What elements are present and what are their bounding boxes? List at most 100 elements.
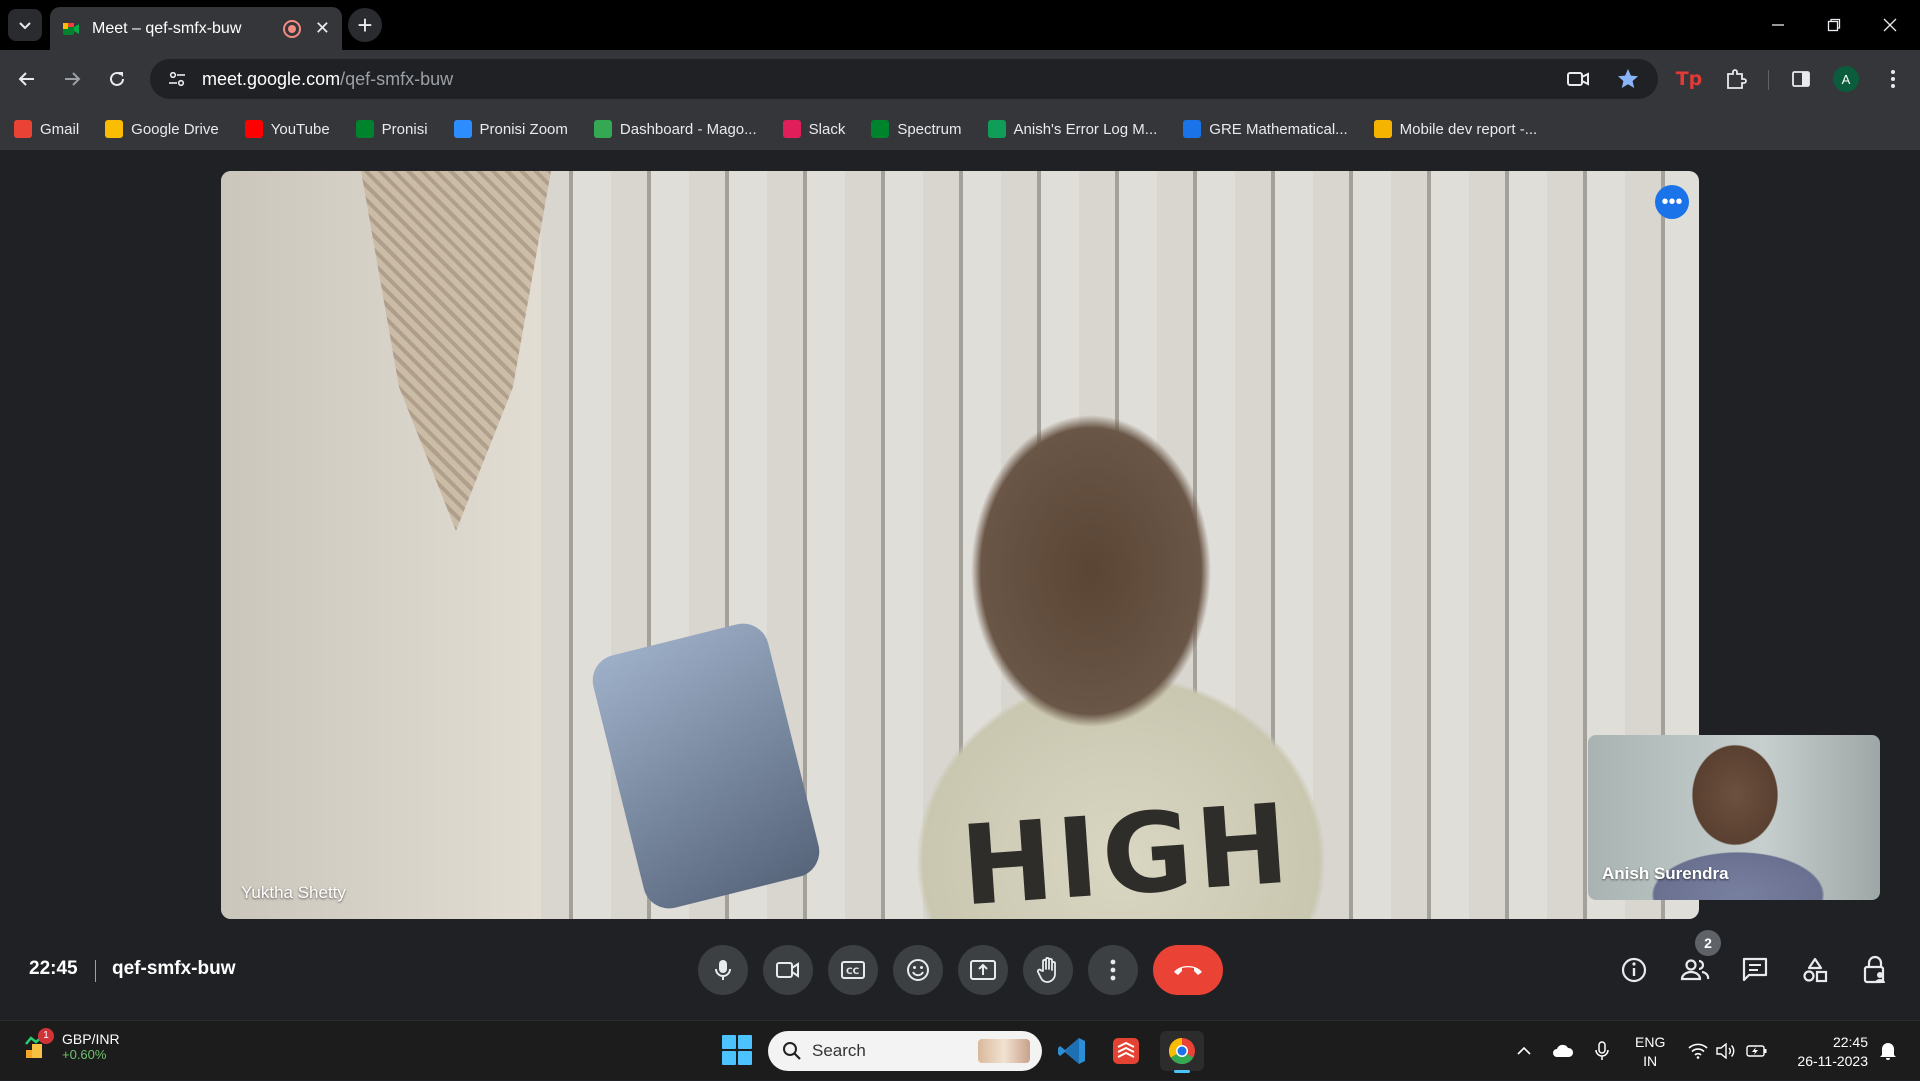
- tab-title: Meet – qef-smfx-buw: [92, 19, 242, 37]
- tab-search-button[interactable]: [8, 9, 42, 41]
- taskbar-vscode[interactable]: [1050, 1031, 1094, 1071]
- arrow-left-icon: [18, 72, 34, 86]
- bookmark-item[interactable]: Mobile dev report -...: [1373, 120, 1538, 138]
- show-hidden-icons-button[interactable]: [1510, 1021, 1538, 1081]
- onedrive-tray[interactable]: [1548, 1021, 1578, 1081]
- captions-icon: CC: [841, 961, 865, 979]
- taskbar-chrome[interactable]: [1160, 1031, 1204, 1073]
- controls-divider: [95, 960, 96, 982]
- minimize-button[interactable]: [1750, 0, 1806, 50]
- new-tab-button[interactable]: +: [348, 8, 382, 42]
- battery-charging-icon: [1746, 1045, 1767, 1057]
- language-code: ENG: [1635, 1034, 1666, 1050]
- notification-center-button[interactable]: [1874, 1021, 1902, 1081]
- bookmark-item[interactable]: Pronisi: [355, 120, 428, 138]
- volume-tray[interactable]: [1712, 1021, 1740, 1081]
- bookmark-label: Mobile dev report -...: [1399, 120, 1538, 138]
- microphone-tray[interactable]: [1588, 1021, 1616, 1081]
- captions-button[interactable]: CC: [828, 945, 878, 995]
- bookmark-item[interactable]: Pronisi Zoom: [453, 120, 568, 138]
- bookmark-item[interactable]: Slack: [782, 120, 845, 138]
- volume-icon: [1716, 1043, 1735, 1059]
- emoji-smile-icon: [907, 959, 929, 981]
- hand-icon: [1036, 957, 1056, 983]
- activities-icon: [1803, 957, 1828, 983]
- wifi-tray[interactable]: [1684, 1021, 1712, 1081]
- taskbar-search-box[interactable]: Search: [768, 1031, 1042, 1071]
- zoom-icon: [453, 120, 472, 138]
- input-language[interactable]: ENG IN: [1635, 1033, 1665, 1071]
- more-vert-icon: [1110, 959, 1116, 981]
- reactions-button[interactable]: [893, 945, 943, 995]
- bookmark-label: Google Drive: [131, 120, 219, 138]
- search-icon: [783, 1042, 801, 1060]
- activities-button[interactable]: [1793, 948, 1837, 992]
- bookmark-item[interactable]: Spectrum: [871, 120, 962, 138]
- profile-avatar[interactable]: A: [1833, 66, 1859, 92]
- bookmark-item[interactable]: Gmail: [14, 120, 79, 138]
- present-screen-button[interactable]: [958, 945, 1008, 995]
- bookmark-label: Spectrum: [897, 120, 962, 138]
- bookmark-star-icon[interactable]: [1616, 67, 1640, 91]
- url-path: /qef-smfx-buw: [340, 68, 454, 89]
- back-button[interactable]: [10, 62, 44, 96]
- leave-call-button[interactable]: [1153, 945, 1223, 995]
- reload-button[interactable]: [100, 62, 134, 96]
- battery-tray[interactable]: [1742, 1021, 1772, 1081]
- lock-person-icon: [1863, 955, 1885, 984]
- windows-start-button[interactable]: [722, 1035, 752, 1065]
- self-participant-name: Anish Surendra: [1602, 864, 1729, 883]
- main-participant-name: Yuktha Shetty: [241, 883, 346, 902]
- end-call-icon: [1174, 966, 1202, 975]
- tab-close-icon[interactable]: ✕: [315, 18, 330, 39]
- url-host: meet.google.com: [202, 68, 341, 89]
- bookmark-item[interactable]: Dashboard - Mago...: [593, 120, 757, 138]
- browser-menu-icon[interactable]: [1876, 62, 1910, 96]
- region-code: IN: [1643, 1053, 1658, 1069]
- extensions-puzzle-icon[interactable]: [1719, 62, 1753, 96]
- meeting-code: qef-smfx-buw: [112, 958, 236, 979]
- chevron-up-icon: [1517, 1046, 1531, 1055]
- bookmark-item[interactable]: YouTube: [244, 120, 330, 138]
- side-panel-icon[interactable]: [1784, 62, 1818, 96]
- loading-icon: [1183, 120, 1202, 138]
- raise-hand-button[interactable]: [1023, 945, 1073, 995]
- restore-button[interactable]: [1806, 0, 1862, 50]
- microphone-button[interactable]: [698, 945, 748, 995]
- video-camera-icon: [776, 962, 799, 978]
- wifi-icon: [1688, 1043, 1708, 1059]
- bookmark-item[interactable]: GRE Mathematical...: [1183, 120, 1348, 138]
- meeting-time: 22:45: [29, 958, 78, 979]
- forward-button[interactable]: [55, 62, 89, 96]
- camera-button[interactable]: [763, 945, 813, 995]
- bookmark-item[interactable]: Anish's Error Log M...: [987, 120, 1157, 138]
- bell-icon: [1880, 1043, 1896, 1060]
- meeting-details-button[interactable]: [1612, 948, 1656, 992]
- main-video-tile[interactable]: HIGH ••• Yuktha Shetty: [221, 171, 1699, 919]
- slides-icon: [1373, 120, 1392, 138]
- market-widget-icon: 1: [22, 1027, 54, 1062]
- address-bar[interactable]: meet.google.com/qef-smfx-buw: [150, 59, 1658, 99]
- taskbar-clock[interactable]: 22:45 26-11-2023: [1788, 1033, 1868, 1071]
- chat-button[interactable]: [1733, 948, 1777, 992]
- present-screen-icon: [970, 960, 996, 980]
- meet-controls-bar: 22:45 qef-smfx-buw CC 2: [0, 920, 1920, 1020]
- close-window-button[interactable]: [1862, 0, 1918, 50]
- bookmark-label: Dashboard - Mago...: [619, 120, 757, 138]
- tab-meet[interactable]: Meet – qef-smfx-buw ✕: [50, 7, 342, 50]
- taskbar-time: 22:45: [1832, 1034, 1868, 1050]
- weather-widget[interactable]: 1 GBP/INR +0.60%: [22, 1027, 120, 1062]
- info-icon: [1621, 957, 1647, 983]
- reload-icon: [110, 71, 124, 86]
- host-controls-button[interactable]: [1853, 948, 1897, 992]
- camera-in-use-icon[interactable]: [1566, 67, 1590, 91]
- bookmark-item[interactable]: Google Drive: [105, 120, 219, 138]
- slack-icon: [782, 120, 801, 138]
- tile-more-options-button[interactable]: •••: [1655, 185, 1689, 219]
- site-info-icon[interactable]: [164, 66, 190, 92]
- taskbar-todoist[interactable]: [1104, 1031, 1148, 1071]
- people-button[interactable]: [1673, 948, 1717, 992]
- more-options-button[interactable]: [1088, 945, 1138, 995]
- extension-tp-icon[interactable]: Tp: [1672, 62, 1706, 96]
- self-video-tile[interactable]: Anish Surendra: [1588, 735, 1880, 900]
